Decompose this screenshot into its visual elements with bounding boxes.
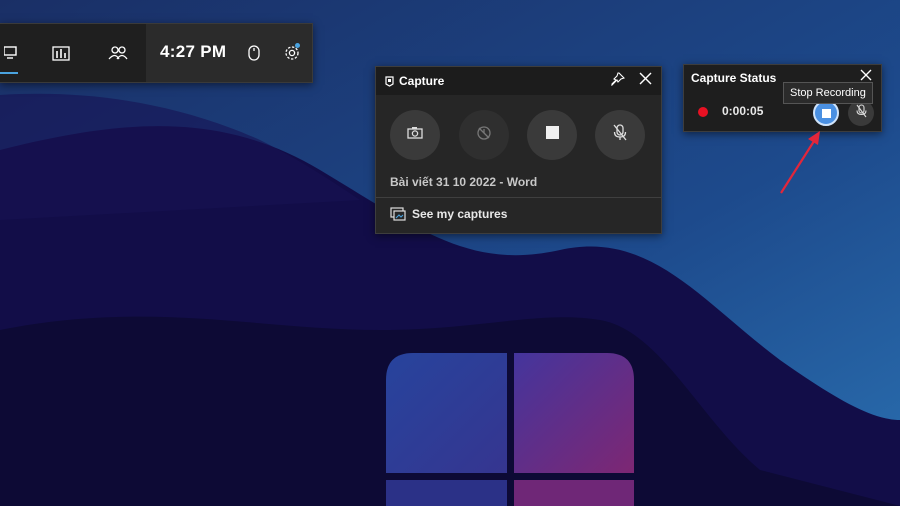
stop-icon	[545, 126, 559, 144]
settings-button[interactable]	[280, 24, 304, 82]
capture-widget: Capture Bài viết 31 10 2022 - Word See m…	[375, 66, 662, 234]
widget-menu-icon	[4, 46, 18, 60]
mouse-icon	[248, 45, 260, 61]
capture-source-label: Bài viết 31 10 2022 - Word	[390, 175, 538, 189]
recording-indicator	[698, 107, 708, 117]
stop-recording-tooltip: Stop Recording	[783, 82, 873, 104]
mic-toggle-button[interactable]	[595, 110, 645, 160]
mic-off-icon	[613, 124, 627, 146]
screenshot-button[interactable]	[390, 110, 440, 160]
performance-icon	[52, 45, 70, 61]
pin-icon	[611, 71, 626, 91]
stop-recording-button[interactable]	[527, 110, 577, 160]
performance-button[interactable]	[48, 24, 74, 82]
social-button[interactable]	[104, 24, 132, 82]
camera-icon	[407, 126, 423, 144]
close-icon	[639, 72, 652, 90]
game-bar-top: 4:27 PM	[0, 23, 313, 83]
close-button[interactable]	[637, 72, 653, 90]
capture-status-title: Capture Status	[691, 71, 777, 85]
recording-elapsed-time: 0:00:05	[722, 104, 764, 118]
mic-off-icon	[855, 103, 867, 123]
widget-menu-button[interactable]	[0, 24, 22, 82]
social-icon	[108, 46, 128, 60]
capture-header[interactable]: Capture	[376, 67, 661, 95]
gallery-icon	[390, 207, 406, 221]
settings-notification-dot	[295, 43, 300, 48]
record-last-30s-icon	[476, 125, 492, 146]
capture-title: Capture	[399, 74, 445, 88]
stop-icon	[821, 108, 831, 118]
pin-button[interactable]	[610, 71, 626, 91]
active-indicator	[0, 72, 18, 74]
see-my-captures-link[interactable]: See my captures	[376, 198, 661, 233]
capture-widget-icon	[384, 75, 394, 87]
clock: 4:27 PM	[160, 42, 227, 61]
mouse-button[interactable]	[244, 24, 264, 82]
see-my-captures-label: See my captures	[412, 207, 508, 221]
record-last-30s-button[interactable]	[459, 110, 509, 160]
